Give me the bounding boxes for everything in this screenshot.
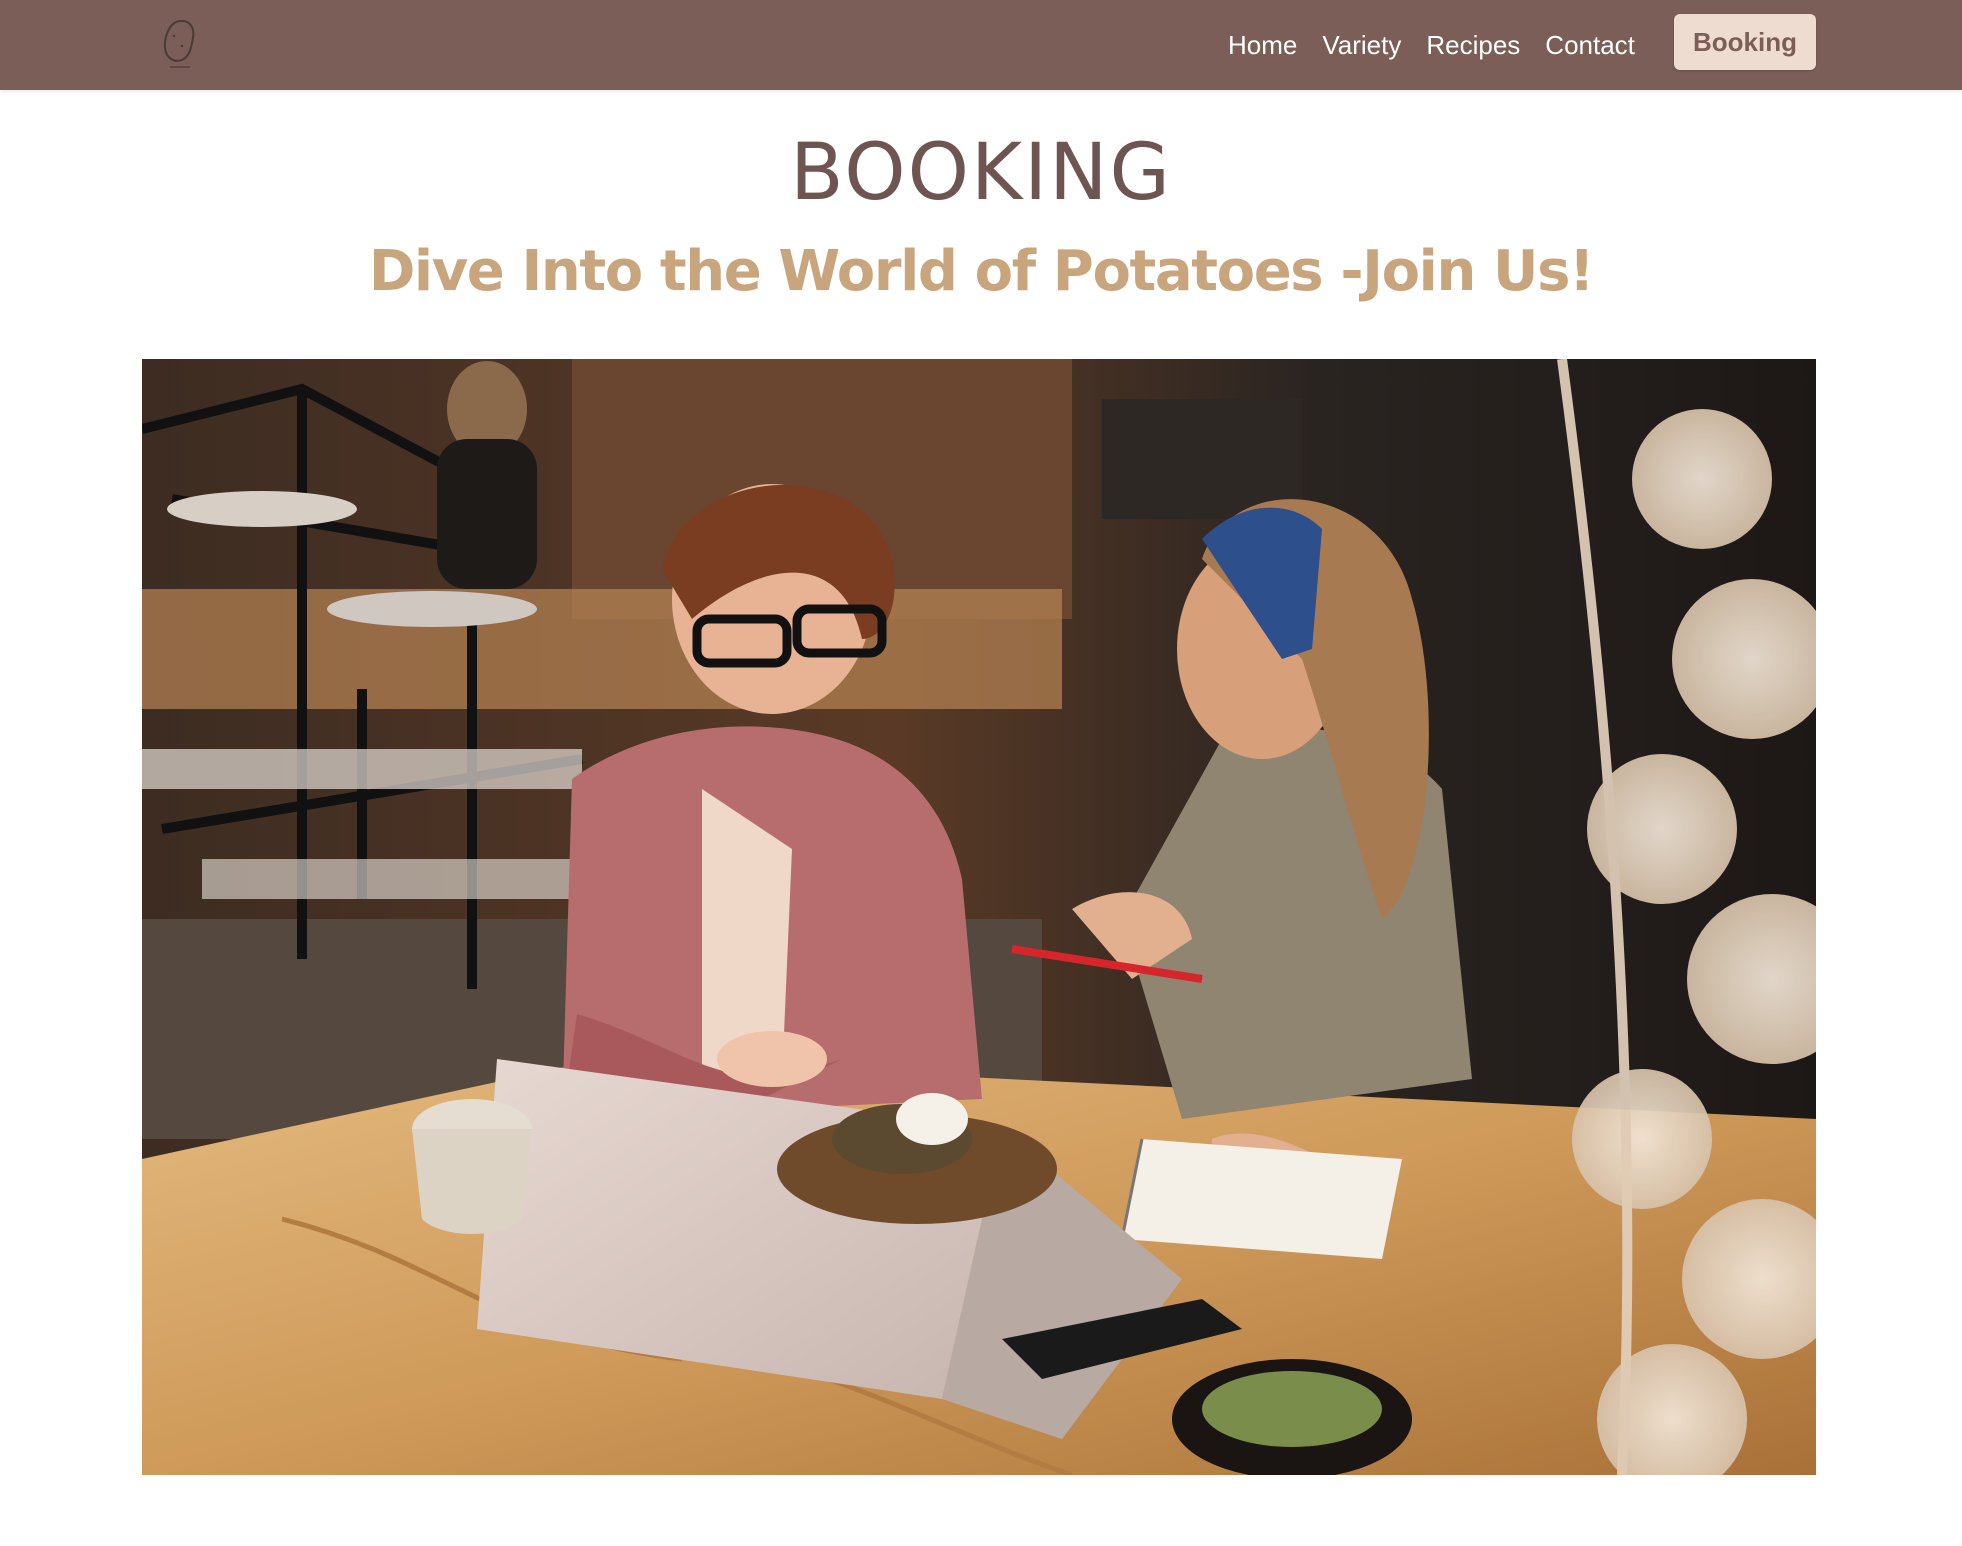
top-navbar: Home Variety Recipes Contact Booking [0,0,1962,90]
potato-logo-icon[interactable] [160,16,200,72]
hero-image [142,359,1816,1475]
nav-link-home[interactable]: Home [1228,30,1297,61]
nav-links: Home Variety Recipes Contact [1228,0,1660,90]
page-title: BOOKING [790,128,1172,218]
booking-button[interactable]: Booking [1674,14,1816,70]
cafe-meeting-photo [142,359,1816,1475]
nav-link-contact[interactable]: Contact [1545,30,1635,61]
page-subtitle: Dive Into the World of Potatoes -Join Us… [368,239,1595,304]
nav-link-recipes[interactable]: Recipes [1426,30,1520,61]
nav-link-variety[interactable]: Variety [1322,30,1401,61]
